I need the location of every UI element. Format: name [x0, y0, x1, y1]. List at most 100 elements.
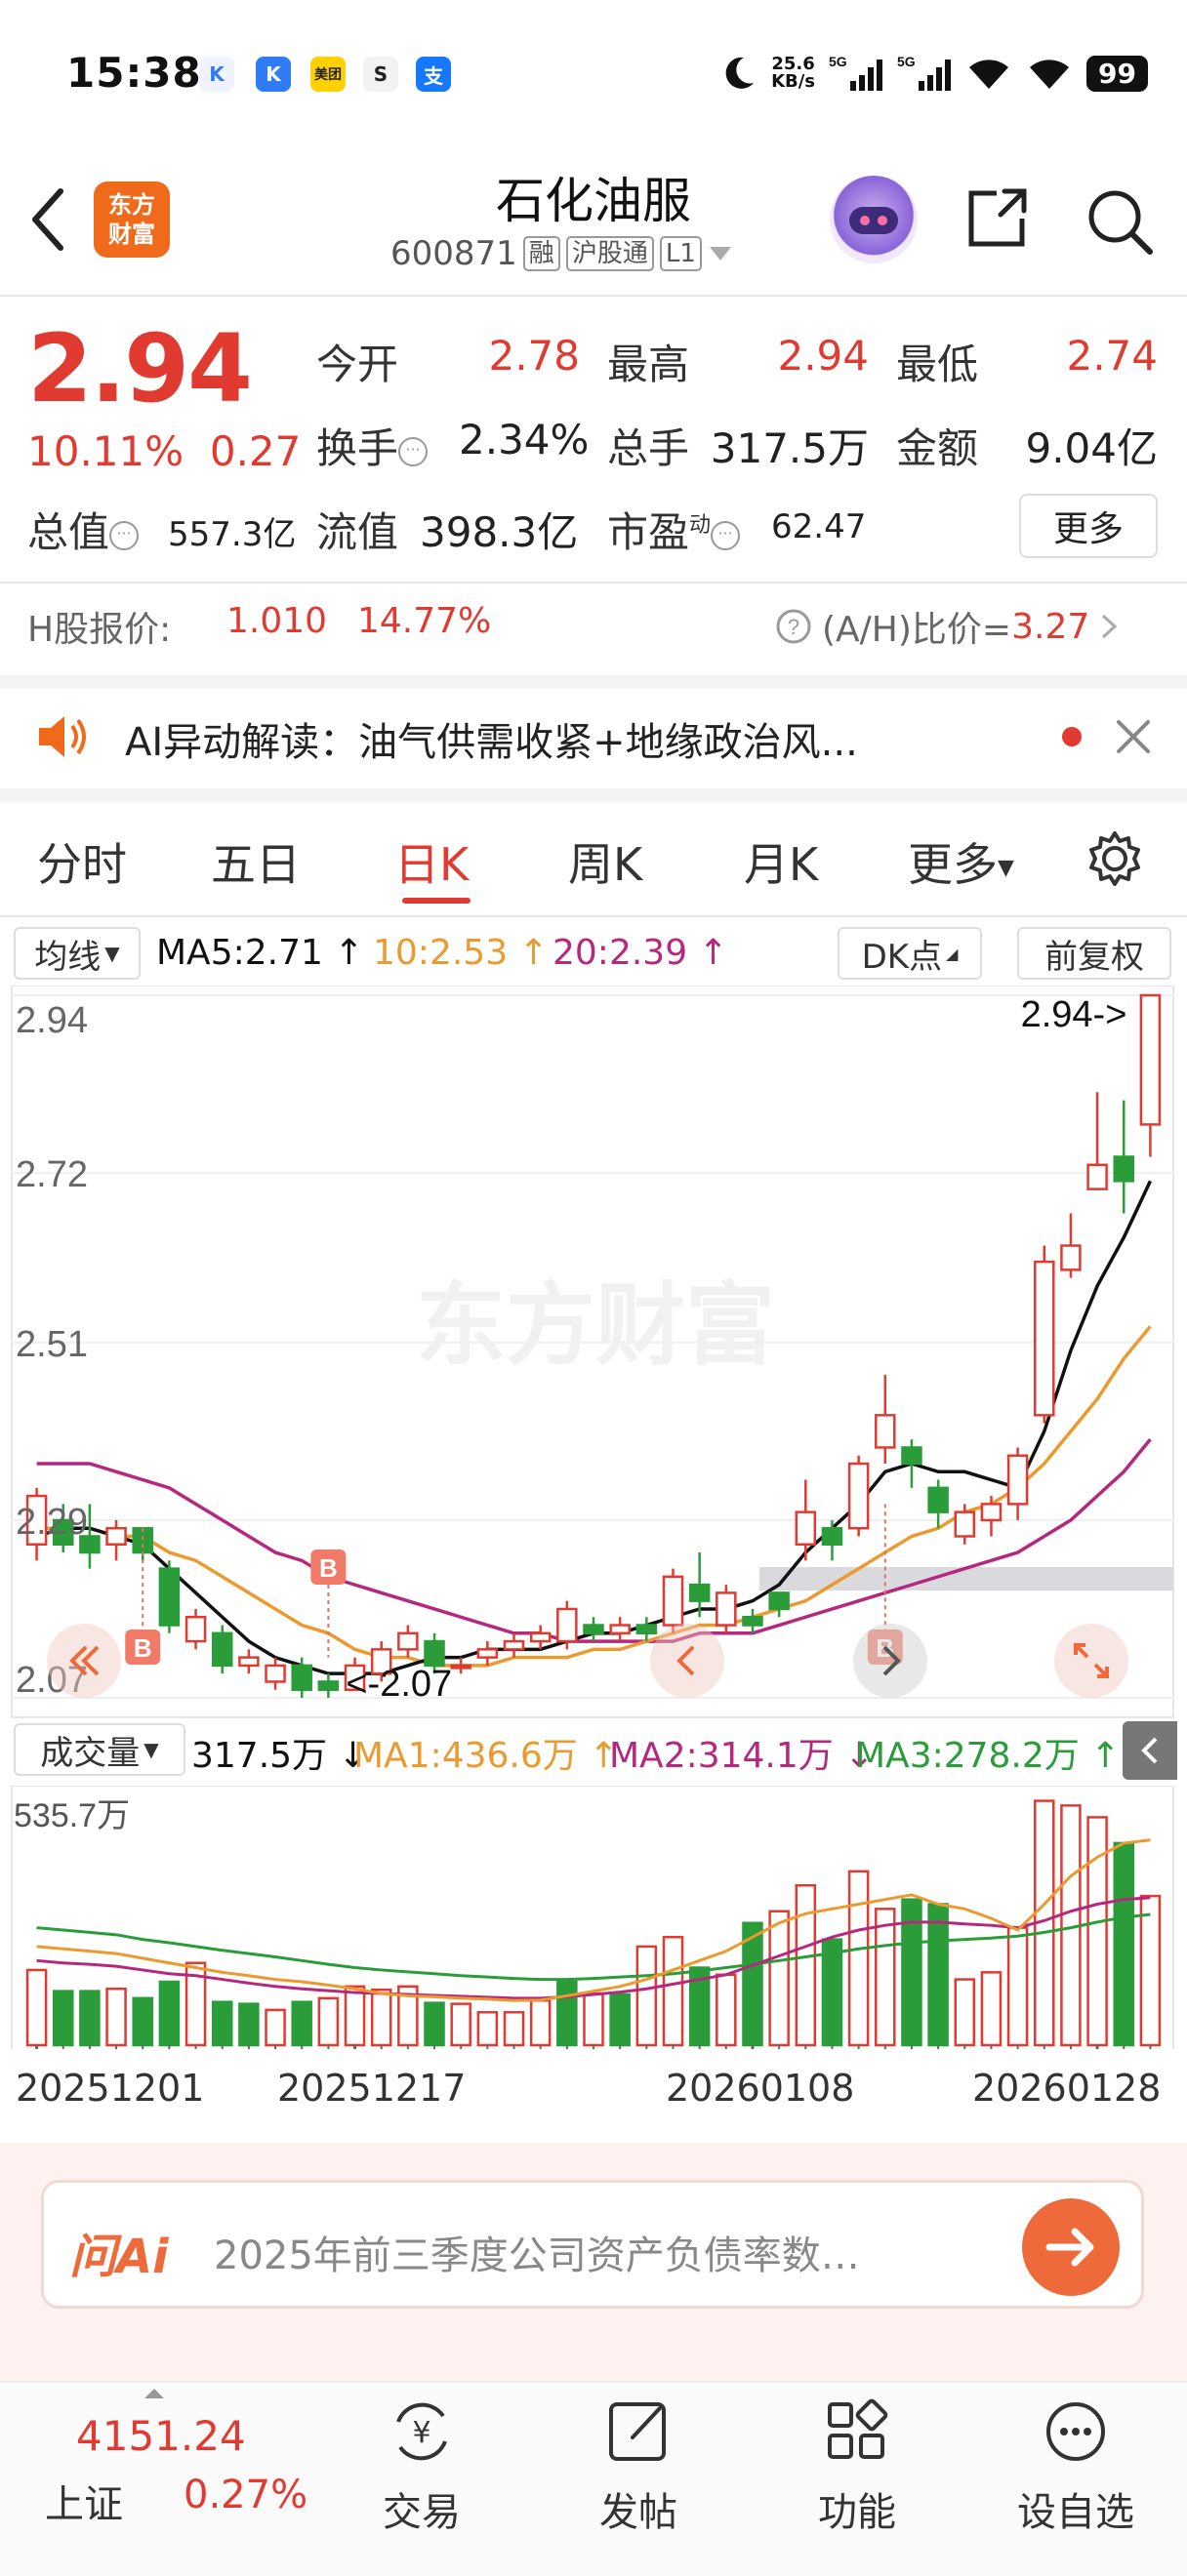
- tag-margin: 融: [522, 236, 560, 271]
- tab-monthly-k[interactable]: 月K: [744, 829, 818, 894]
- net-speed: 25.6 KB/s: [771, 54, 816, 92]
- ma-selector[interactable]: 均线 ▼: [14, 927, 141, 980]
- price-axis: 2.942.722.512.292.07: [16, 1000, 88, 1701]
- ai-interpretation-text[interactable]: AI异动解读：油气供需收紧+地缘政治风...: [125, 710, 858, 767]
- date-label-4: 20260128: [972, 2067, 1162, 2110]
- section-gap: [0, 788, 1187, 802]
- volume-chart[interactable]: 535.7万: [0, 1786, 1187, 2049]
- tab-more[interactable]: 更多▼: [908, 829, 1014, 894]
- ma20-line: [36, 1438, 1152, 1643]
- signal-icon: 5G: [829, 54, 883, 91]
- info-dots-icon: ···: [109, 520, 140, 550]
- volume-bar-up: [1086, 1816, 1108, 2047]
- nav-functions[interactable]: 功能: [779, 2480, 935, 2537]
- bottom-nav: [0, 2381, 1187, 2576]
- mktcap-value: 557.3亿: [168, 515, 297, 554]
- caret-up-icon: [144, 2389, 164, 2398]
- fullscreen-button[interactable]: [1054, 1624, 1128, 1698]
- signal2-icon: 5G: [897, 54, 952, 91]
- volume-bar-up: [583, 1992, 604, 2047]
- volume-bar-up: [768, 1910, 790, 2047]
- ma10-value: 10:2.53 ↑: [373, 933, 549, 973]
- question-icon: ?: [776, 609, 811, 644]
- pe-value: 62.47: [771, 507, 867, 546]
- alipay-icon: 支: [416, 57, 451, 92]
- ask-send-button[interactable]: [1022, 2198, 1120, 2296]
- nav-add-favorite[interactable]: 设自选: [998, 2480, 1154, 2537]
- tab-daily-k[interactable]: 日K: [394, 829, 469, 894]
- candle-down: [821, 1526, 843, 1547]
- adjust-button[interactable]: 前复权: [1017, 927, 1171, 980]
- meituan-icon: 美团: [310, 57, 346, 92]
- arrow-right-icon: [1045, 2228, 1094, 2267]
- ai-robot-avatar[interactable]: [830, 176, 918, 263]
- speaker-icon: [39, 716, 86, 757]
- dk-point-button[interactable]: DK点 ◢: [838, 927, 982, 980]
- b-signal-label: B: [134, 1633, 152, 1663]
- candle-up: [1006, 1454, 1029, 1506]
- ah-ratio[interactable]: ? (A/H)比价= 3.27: [775, 601, 1119, 652]
- candle-up: [875, 1414, 896, 1449]
- change-amount: 0.27: [209, 427, 302, 475]
- candle-up: [954, 1510, 976, 1538]
- tab-weekly-k[interactable]: 周K: [568, 829, 642, 894]
- volume-bar-up: [795, 1884, 817, 2047]
- volume-bar-up: [344, 1985, 366, 2047]
- index-value[interactable]: 4151.24: [76, 2412, 246, 2460]
- gear-icon[interactable]: [1084, 827, 1146, 890]
- date-label-3: 20260108: [666, 2067, 855, 2110]
- candle-up: [105, 1526, 127, 1547]
- volume-bar-up: [265, 2008, 286, 2047]
- tab-intraday[interactable]: 分时: [37, 829, 127, 894]
- float-value: 398.3亿: [420, 508, 579, 556]
- volume-bar-down: [79, 1990, 101, 2047]
- scroll-right-button[interactable]: [853, 1624, 927, 1698]
- stock-code-line[interactable]: 600871 融 沪股通 L1: [390, 234, 733, 273]
- candle-up: [238, 1656, 260, 1668]
- ma5-value: MA5:2.71 ↑: [156, 933, 364, 973]
- expand-icon: [1074, 1643, 1109, 1678]
- candle-down: [768, 1591, 790, 1611]
- volume-bar-up: [25, 1968, 48, 2047]
- low-value: 2.74: [1066, 332, 1158, 380]
- collapse-panel-button[interactable]: [1123, 1721, 1177, 1780]
- functions-icon[interactable]: [818, 2393, 896, 2471]
- float-label: 流值: [316, 508, 399, 556]
- volume-value: 317.5万: [710, 424, 869, 472]
- volume-selector[interactable]: 成交量 ▼: [14, 1723, 185, 1776]
- candle-down: [901, 1446, 922, 1466]
- nav-post[interactable]: 发帖: [560, 2480, 716, 2537]
- b-signal-label: B: [319, 1553, 338, 1583]
- open-label: 今开: [316, 341, 399, 388]
- search-icon[interactable]: [1082, 183, 1156, 258]
- close-icon[interactable]: [1113, 716, 1154, 757]
- hshare-pct: 14.77%: [357, 601, 492, 641]
- more-quote-button[interactable]: 更多: [1019, 494, 1158, 558]
- ma5-line: [36, 1180, 1153, 1675]
- nav-trade[interactable]: 交易: [344, 2480, 500, 2537]
- ask-ai-bar[interactable]: 问Ai 2025年前三季度公司资产负债率数…: [41, 2180, 1144, 2309]
- volume-bar-down: [158, 1980, 181, 2047]
- candle-up: [503, 1639, 525, 1651]
- scroll-left-fast-button[interactable]: [47, 1624, 121, 1698]
- volume-bar-down: [424, 2001, 445, 2047]
- dropdown-triangle-icon: [709, 247, 731, 261]
- volume-bar-down: [609, 1992, 631, 2047]
- scroll-left-button[interactable]: [650, 1624, 724, 1698]
- index-pct: 0.27%: [184, 2473, 308, 2517]
- candle-down: [424, 1639, 445, 1668]
- candle-up: [1139, 993, 1162, 1126]
- volume-label: 总手: [607, 424, 690, 472]
- mktcap-label: 总值 ···: [27, 500, 140, 559]
- low-marker: <-2.07: [346, 1664, 452, 1705]
- amount-value: 9.04亿: [1025, 424, 1158, 472]
- trade-icon[interactable]: ¥: [383, 2393, 461, 2471]
- tab-five-day[interactable]: 五日: [211, 829, 301, 894]
- post-icon[interactable]: [599, 2393, 677, 2471]
- kline-chart[interactable]: 东方财富 2.942.722.512.292.07 2.94-><-2.07BB…: [0, 986, 1187, 1727]
- more-circle-icon[interactable]: [1037, 2393, 1115, 2471]
- status-bar: 15:38 K K 美团 S 支 25.6 KB/s 5G 5G 99: [0, 0, 1187, 146]
- share-icon[interactable]: [962, 183, 1032, 254]
- candle-up: [476, 1648, 499, 1659]
- candle-down: [742, 1615, 763, 1627]
